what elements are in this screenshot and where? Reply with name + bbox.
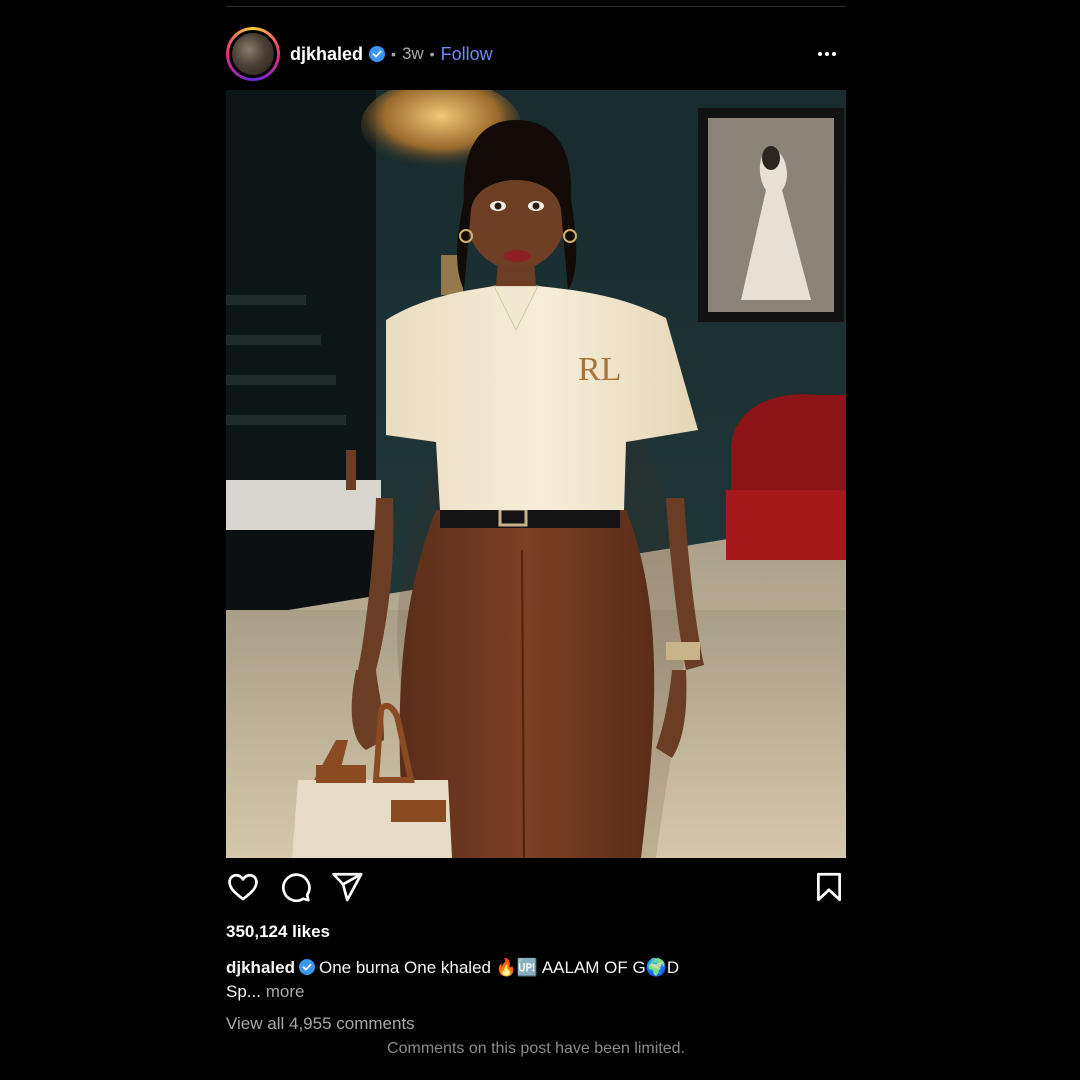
more-options-icon[interactable] — [818, 44, 842, 64]
heart-icon — [228, 873, 258, 901]
share-button[interactable] — [330, 870, 364, 904]
post-image[interactable]: RL — [226, 90, 846, 858]
verified-badge-icon — [369, 46, 386, 62]
caption-username[interactable]: djkhaled — [226, 958, 295, 977]
avatar-image — [229, 30, 277, 78]
follow-button[interactable]: Follow — [441, 44, 493, 65]
save-button[interactable] — [812, 870, 846, 904]
post-age: 3w — [401, 44, 424, 63]
separator-dot: • — [429, 46, 435, 62]
comment-bubble-icon — [282, 873, 311, 902]
avatar[interactable] — [226, 27, 280, 81]
caption-more-link[interactable]: more — [266, 982, 305, 1001]
view-comments-link[interactable]: View all 4,955 comments — [226, 1014, 415, 1034]
shirt-monogram: RL — [578, 351, 621, 388]
photo-illustration: RL — [226, 90, 846, 858]
post-header: djkhaled • 3w • Follow — [226, 26, 846, 82]
caption-text: One burna One khaled 🔥🆙 AALAM OF G🌍D — [318, 958, 680, 977]
comment-button[interactable] — [278, 870, 312, 904]
bookmark-icon — [817, 872, 841, 902]
post-caption: djkhaled One burna One khaled 🔥🆙 AALAM O… — [226, 956, 846, 1004]
comments-limited-notice: Comments on this post have been limited. — [387, 1040, 685, 1057]
verified-badge-icon — [298, 959, 315, 975]
likes-count[interactable]: 350,124 likes — [226, 922, 330, 942]
like-button[interactable] — [226, 870, 260, 904]
post-actions — [226, 870, 846, 910]
separator-dot: • — [391, 46, 396, 62]
divider — [226, 6, 846, 7]
caption-text-line2: Sp... — [226, 982, 261, 1001]
username-link[interactable]: djkhaled — [290, 44, 363, 65]
paper-plane-icon — [332, 872, 363, 902]
instagram-post: djkhaled • 3w • Follow RL 350,124 likes … — [226, 0, 846, 1080]
